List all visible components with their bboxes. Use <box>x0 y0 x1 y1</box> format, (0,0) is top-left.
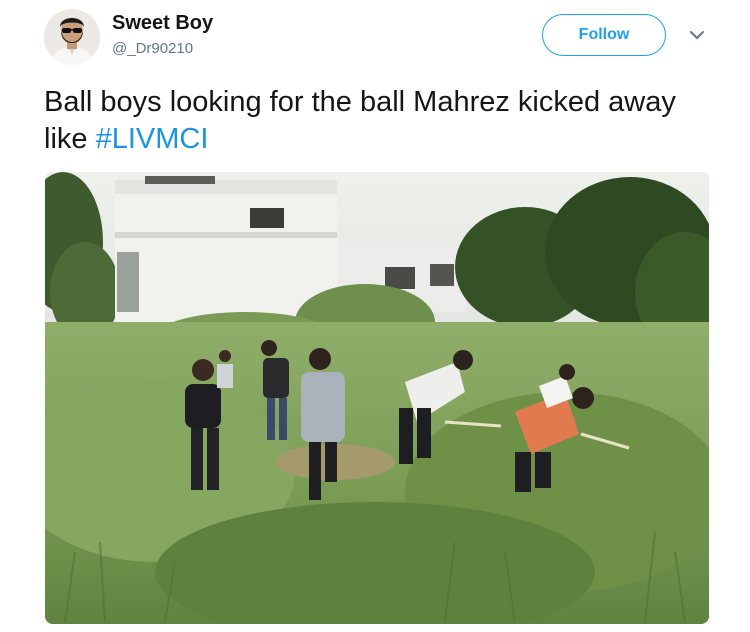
tweet-card: Sweet Boy @_Dr90210 Follow Ball boys loo… <box>0 0 750 632</box>
display-name[interactable]: Sweet Boy <box>112 12 213 35</box>
tweet-photo[interactable] <box>45 172 709 624</box>
username[interactable]: @_Dr90210 <box>112 40 193 57</box>
avatar[interactable] <box>44 9 100 65</box>
field-photo <box>45 172 709 624</box>
chevron-down-icon[interactable] <box>688 28 706 42</box>
tweet-text: Ball boys looking for the ball Mahrez ki… <box>44 84 704 158</box>
hashtag-link[interactable]: #LIVMCI <box>96 123 209 155</box>
follow-button[interactable]: Follow <box>542 14 666 56</box>
avatar-image <box>44 9 100 65</box>
